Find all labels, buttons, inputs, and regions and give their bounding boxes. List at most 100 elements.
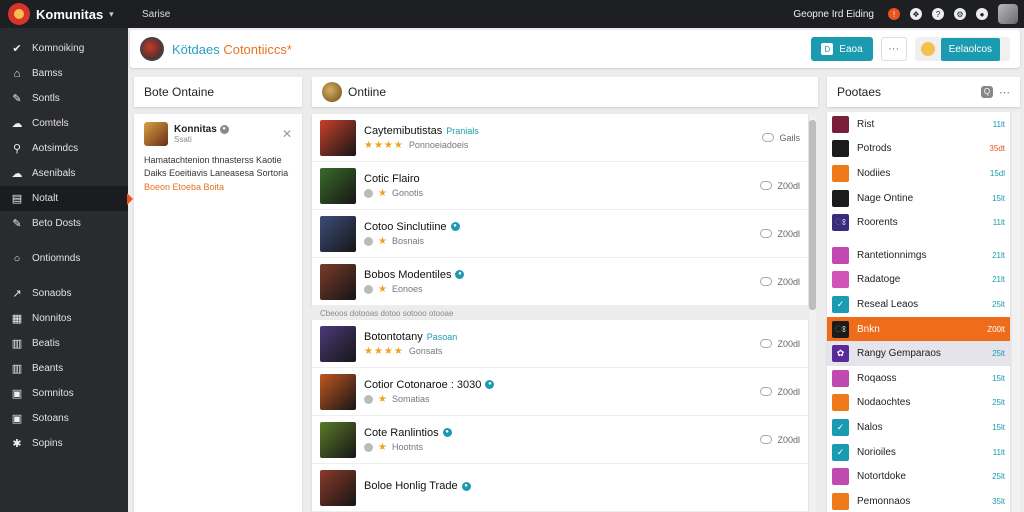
channel-name: Radatoge [857,274,901,286]
sidebar-item[interactable]: ▣ Somnitos [0,381,128,406]
close-icon[interactable]: ✕ [282,127,292,141]
game-viewer-count: Z00dl [740,277,800,287]
game-meta-text: Eonoes [391,284,423,294]
sidebar-item[interactable]: ✎ Sontls [0,86,128,111]
settings-icon[interactable]: ⚙ [954,8,966,20]
notification-header: Konnitas ● Ssati ✕ [144,122,292,146]
sidebar-item-label: Sotoans [32,413,69,424]
brand[interactable]: Komunitas ▾ [0,3,128,25]
brand-name: Komunitas [36,6,104,22]
search-icon[interactable]: Q [981,86,993,98]
game-thumbnail[interactable] [320,373,356,410]
game-thumbnail[interactable] [320,469,356,506]
game-thumbnail[interactable] [320,119,356,156]
channel-item[interactable]: ✓ Norioiles 11lt [827,440,1010,465]
more-options-button[interactable]: ··· [880,37,907,61]
channel-item[interactable]: Rist 11lt [827,112,1010,137]
community-avatar[interactable] [140,37,164,61]
channel-item[interactable]: Pemonnaos 35lt [827,489,1010,512]
channel-item[interactable]: Potrods 35dt [827,137,1010,162]
more-icon[interactable]: ⋯ [999,86,1010,99]
channel-item[interactable]: ✿ Rangy Gemparaos 25lt [827,341,1010,366]
channel-item[interactable]: Nodiies 15dl [827,161,1010,186]
sidebar: ✔ Komnoiking ⌂ Bamss ✎ Sontls ☁ Comtels ⚲ Aotsimd… [0,28,133,512]
sidebar-item-label: Notalt [32,193,59,204]
channel-item[interactable]: Rantetionnimgs 21lt [827,243,1010,268]
sidebar-item[interactable]: ↗ Sonaobs [0,281,128,306]
channel-list-scrollbar[interactable] [1012,112,1020,512]
channel-item[interactable]: Nage Ontine 15lt [827,186,1010,211]
top-search-link[interactable]: Sarise [142,9,170,20]
secondary-action-button[interactable]: Eelaolcos [914,37,1010,61]
game-group: Caytemibutistas Pranials ★★★★ Ponnoeiadoeis… [312,114,808,306]
channel-icon [832,369,849,387]
game-meta: ★ Eonoes [364,284,740,295]
game-row[interactable]: Botontotany Pasoan ★★★★ Gonsats Z00dl [312,320,808,368]
top-user-name[interactable]: Geopne Ird Eiding [793,9,874,20]
game-title-text: Cotic Flairo [364,172,420,185]
alert-icon[interactable]: ! [888,8,900,20]
channel-item[interactable]: Nodaochtes 25lt [827,391,1010,416]
channel-count: 35dt [989,144,1005,154]
sidebar-item[interactable]: ▤ Notalt [0,186,133,211]
channel-item[interactable]: Radatoge 21lt [827,268,1010,293]
secondary-action-label: Eelaolcos [940,37,1000,61]
sidebar-item[interactable]: ⌂ Bamss [0,61,128,86]
game-thumbnail[interactable] [320,167,356,204]
sidebar-item[interactable]: ☁ Asenibals [0,161,128,186]
sidebar-item[interactable]: ○ Ontiomnds [0,246,128,271]
game-count-text: Z00dl [777,180,800,191]
sidebar-item[interactable]: ▥ Beants [0,356,128,381]
notification-thumbnail[interactable] [144,122,168,146]
sidebar-item[interactable]: ✱ Sopins [0,431,128,456]
game-row[interactable]: Cotic Flairo ★ Gonotis Z00dl [312,162,808,210]
sidebar-item-label: Sonaobs [32,288,72,299]
sidebar-item[interactable]: ▦ Nonnitos [0,306,128,331]
game-thumbnail[interactable] [320,263,356,300]
notification-name: Konnitas ● [174,124,229,135]
game-row[interactable]: Cotoo Sinclutiine ● ★ Bosnais Z00dl [312,210,808,258]
channel-item[interactable]: ✓ Reseal Leaos 25lt [827,292,1010,317]
brand-caret-icon[interactable]: ▾ [109,9,114,20]
game-row[interactable]: Cote Ranlintios ● ★ Hootnts Z00dl [312,416,808,464]
sidebar-item-label: Beto Dosts [32,218,81,229]
chat-icon[interactable]: ● [976,8,988,20]
game-list-scrollbar-thumb[interactable] [809,120,816,310]
help-icon[interactable]: ? [932,8,944,20]
gift-icon[interactable]: ❖ [910,8,922,20]
sidebar-item[interactable]: ⚲ Aotsimdcs [0,136,128,161]
game-thumbnail[interactable] [320,421,356,458]
game-row[interactable]: Bobos Modentiles ● ★ Eonoes Z00dl [312,258,808,306]
channel-item[interactable]: ✓ Nalos 15lt [827,415,1010,440]
status-dot-icon [364,188,373,198]
left-panel-title: Bote Ontaine [144,85,215,99]
game-thumbnail[interactable] [320,325,356,362]
game-row[interactable]: Cotior Cotonaroe : 3030 ● ★ Somatias Z00dl [312,368,808,416]
game-row[interactable]: Boloe Honlig Trade ● [312,464,808,512]
sidebar-item-label: Ontiomnds [32,253,81,264]
verified-icon: ● [461,481,471,491]
channel-item[interactable]: Roqaoss 15lt [827,366,1010,391]
channel-item[interactable]: ଃ Roorents 11lt [827,210,1010,235]
channel-name: Rangy Gemparaos [857,348,941,360]
channel-item[interactable]: Notortdoke 25lt [827,464,1010,489]
primary-action-button[interactable]: D Eaoa [811,37,873,61]
user-avatar[interactable] [998,4,1018,24]
channel-list-gap [827,235,1010,243]
game-meta: ★★★★ Gonsats [364,346,740,357]
game-row[interactable]: Caytemibutistas Pranials ★★★★ Ponnoeiadoeis… [312,114,808,162]
sidebar-item[interactable]: ▣ Sotoans [0,406,128,431]
game-thumbnail[interactable] [320,215,356,252]
channel-count: 15lt [992,193,1005,203]
sidebar-item[interactable]: ☁ Comtels [0,111,128,136]
game-list-scrollbar[interactable] [809,116,816,512]
game-meta-text: Ponnoeiadoeis [408,140,469,150]
channel-icon [832,394,849,412]
sidebar-item-icon: ▥ [11,338,23,350]
sidebar-item[interactable]: ✔ Komnoiking [0,36,128,61]
notification-link[interactable]: Boeon Etoeba Boita [144,182,292,192]
channel-item[interactable]: ଃ Bnkn Z00lt [827,316,1010,342]
sidebar-item[interactable]: ✎ Beto Dosts [0,211,128,236]
sidebar-item[interactable]: ▥ Beatis [0,331,128,356]
